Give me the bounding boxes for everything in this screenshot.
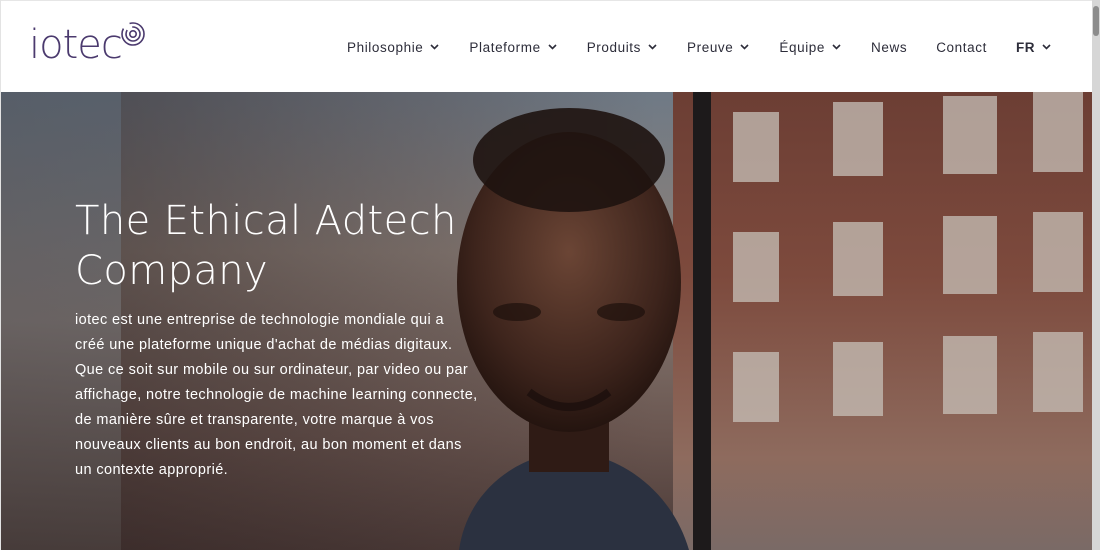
hero-description-line: affichage, notre technologie de machine … xyxy=(75,387,478,403)
nav-item-equipe[interactable]: Équipe xyxy=(779,40,842,55)
nav-item-news[interactable]: News xyxy=(871,40,907,55)
nav-item-label: Contact xyxy=(936,39,987,55)
hero-description-line: un contexte approprié. xyxy=(75,462,229,478)
hero-title-line: The Ethical Adtech xyxy=(75,198,457,244)
nav-item-produits[interactable]: Produits xyxy=(587,40,658,55)
nav-item-philosophie[interactable]: Philosophie xyxy=(347,40,440,55)
scrollbar[interactable] xyxy=(1092,0,1100,550)
hero-title: The Ethical Adtech Company xyxy=(75,196,535,296)
chevron-down-icon xyxy=(832,44,841,50)
chevron-down-icon xyxy=(430,44,439,50)
chevron-down-icon xyxy=(1042,44,1051,50)
hero-description: iotec est une entreprise de technologie … xyxy=(75,308,525,483)
chevron-down-icon xyxy=(740,44,749,50)
logo[interactable]: iotec xyxy=(29,21,159,71)
background-building-right xyxy=(673,92,1093,550)
hero-description-line: iotec est une entreprise de technologie … xyxy=(75,312,445,328)
nav-item-contact[interactable]: Contact xyxy=(936,40,987,55)
scrollbar-thumb[interactable] xyxy=(1093,6,1099,36)
nav-item-label: Plateforme xyxy=(469,39,541,55)
browser-viewport: iotec Philosophie Plateforme Produits Pr xyxy=(0,0,1093,550)
nav-item-preuve[interactable]: Preuve xyxy=(687,40,750,55)
hero-section: The Ethical Adtech Company iotec est une… xyxy=(1,92,1093,550)
hero-title-line: Company xyxy=(75,248,269,294)
nav-item-label: Équipe xyxy=(779,39,826,55)
nav-item-plateforme[interactable]: Plateforme xyxy=(469,40,557,55)
hero-content: The Ethical Adtech Company iotec est une… xyxy=(75,196,535,483)
nav-item-label: News xyxy=(871,39,908,55)
language-selector[interactable]: FR xyxy=(1016,40,1052,55)
logo-swirl-icon xyxy=(121,22,145,46)
hero-description-line: de manière sûre et transparente, votre m… xyxy=(75,412,434,428)
nav-item-label: Preuve xyxy=(687,39,734,55)
hero-description-line: Que ce soit sur mobile ou sur ordinateur… xyxy=(75,362,469,378)
language-label: FR xyxy=(1015,39,1036,55)
site-header: iotec Philosophie Plateforme Produits Pr xyxy=(1,0,1093,92)
chevron-down-icon xyxy=(648,44,657,50)
hero-description-line: créé une plateforme unique d'achat de mé… xyxy=(75,337,453,353)
logo-text: iotec xyxy=(29,22,123,68)
nav-item-label: Produits xyxy=(586,39,642,55)
nav-item-label: Philosophie xyxy=(347,39,424,55)
main-nav: Philosophie Plateforme Produits Preuve É… xyxy=(347,1,1052,93)
chevron-down-icon xyxy=(548,44,557,50)
hero-description-line: nouveaux clients au bon endroit, au bon … xyxy=(75,437,462,453)
